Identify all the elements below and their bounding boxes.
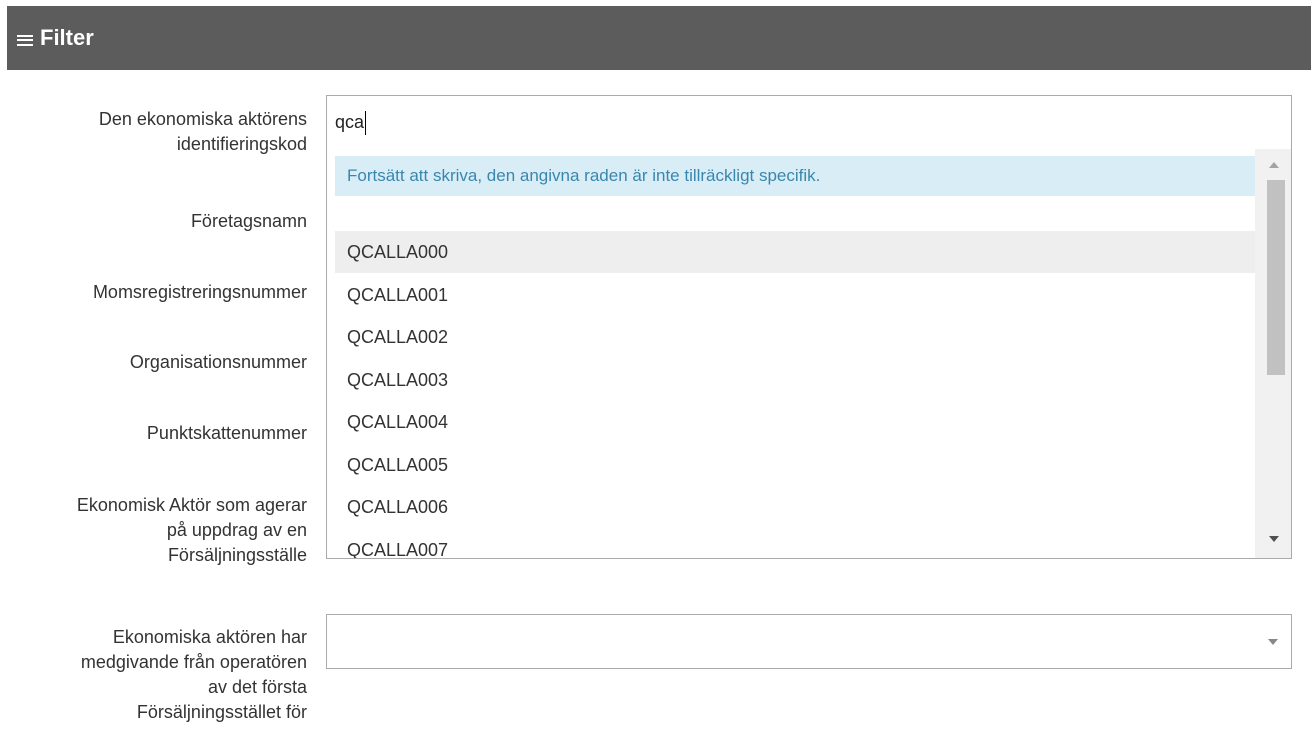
option-item[interactable]: QCALLA003 [335,359,1256,401]
option-item[interactable]: QCALLA000 [335,231,1256,273]
label-excise-number: Punktskattenummer [146,423,307,443]
scroll-thumb[interactable] [1267,180,1285,375]
option-item[interactable]: QCALLA005 [335,444,1256,486]
label-acting-on-behalf: Ekonomisk Aktör som agerar på uppdrag av… [76,495,307,565]
filter-page: Filter Den ekonomiska aktörens identifie… [0,0,1311,754]
label-org-number: Organisationsnummer [129,352,307,372]
label-vat-number: Momsregistreringsnummer [92,282,307,302]
menu-icon [17,34,33,46]
header-title: Filter [40,25,94,50]
autocomplete-hint: Fortsätt att skriva, den angivna raden ä… [335,156,1256,196]
option-item[interactable]: QCALLA001 [335,274,1256,316]
option-item[interactable]: QCALLA006 [335,486,1256,528]
consent-select[interactable] [326,614,1292,669]
option-item[interactable]: QCALLA007 [335,529,1256,559]
label-operator-code: Den ekonomiska aktörens identifieringsko… [98,109,307,154]
chevron-down-icon [1268,639,1278,645]
filter-header[interactable]: Filter [7,6,1311,70]
option-item[interactable]: QCALLA002 [335,316,1256,358]
operator-code-input-value: qca [335,112,365,132]
label-consent: Ekonomiska aktören har medgivande från o… [80,627,307,722]
operator-code-input[interactable]: qca [326,95,1292,150]
label-company-name: Företagsnamn [190,211,307,231]
autocomplete-dropdown[interactable]: Fortsätt att skriva, den angivna raden ä… [326,149,1292,559]
scroll-down-icon[interactable] [1269,536,1279,542]
scroll-up-icon[interactable] [1269,162,1279,168]
dropdown-scrollbar[interactable] [1255,149,1291,558]
option-item[interactable]: QCALLA004 [335,401,1256,443]
text-caret [365,110,367,135]
